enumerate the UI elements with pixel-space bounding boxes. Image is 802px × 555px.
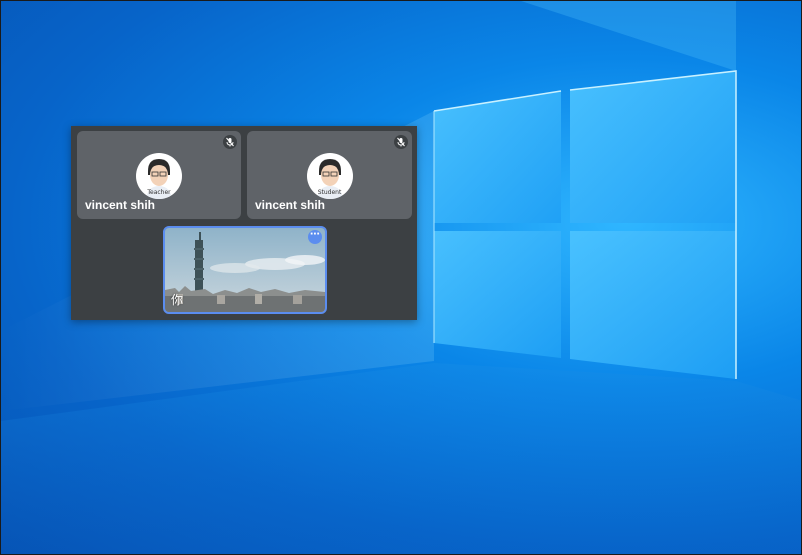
participant-name: vincent shih [255, 198, 326, 212]
avatar-caption: Teacher [147, 189, 171, 196]
meeting-panel: Teacher vincent shih Student vincent shi… [71, 126, 417, 320]
mic-off-icon [394, 135, 408, 149]
city-skyline-video [165, 228, 325, 312]
participant-tile-student[interactable]: Student vincent shih [247, 131, 412, 219]
self-video-tile[interactable]: ⋯ 你 [163, 226, 327, 314]
participant-tile-teacher[interactable]: Teacher vincent shih [77, 131, 241, 219]
participant-name: vincent shih [85, 198, 156, 212]
more-options-icon[interactable]: ⋯ [308, 230, 322, 244]
avatar-caption: Student [317, 189, 342, 196]
desktop-wallpaper: Teacher vincent shih Student vincent shi… [0, 0, 802, 555]
self-label: 你 [171, 293, 184, 307]
mic-off-icon [223, 135, 237, 149]
avatar: Student [306, 153, 353, 199]
avatar: Teacher [136, 153, 182, 199]
